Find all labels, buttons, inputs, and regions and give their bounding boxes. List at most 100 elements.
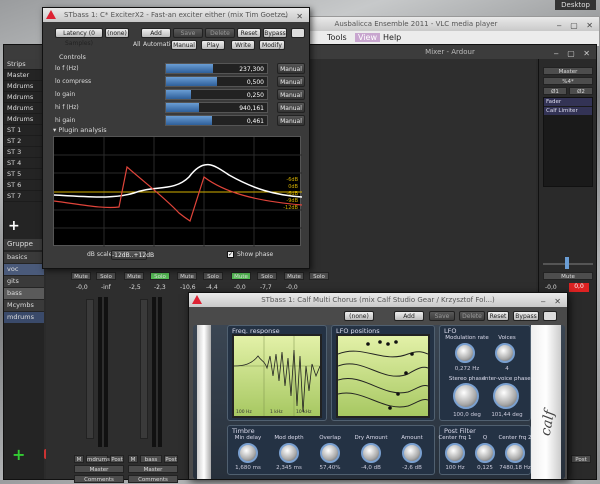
preset-selector[interactable]: (none) [344,311,374,321]
window-controls[interactable]: ‒ ✕ [283,10,306,24]
group-list-item[interactable]: bass [4,288,44,299]
meter-point-button[interactable]: Post [164,455,178,463]
reset-button[interactable]: Reset [487,311,509,321]
strip-list-item[interactable]: ST 4 [4,158,44,169]
save-preset-button[interactable]: Save [173,28,203,38]
timbre-knob[interactable] [238,443,258,463]
group-list-item[interactable]: gits [4,276,44,287]
master-strip-name[interactable]: Master [543,67,593,75]
mute-button[interactable]: Mute [124,272,144,280]
strip-list-item[interactable]: ST 2 [4,136,44,147]
strip-list-item[interactable]: ST 5 [4,169,44,180]
add-strip-icon[interactable]: + [8,219,20,233]
control-automation-button[interactable]: Manual [277,115,305,126]
group-list-item[interactable]: basics [4,252,44,263]
mute-button[interactable]: Mute [543,272,593,280]
automation-manual-button[interactable]: Manual [171,40,197,50]
description-icon[interactable] [543,311,557,321]
input-button[interactable]: %4* [543,77,593,85]
mute-button[interactable]: Mute [284,272,304,280]
input-left-button[interactable]: Ø1 [543,87,567,95]
strip-mode-button[interactable]: M [128,455,138,463]
mod-rate-knob[interactable] [455,343,475,363]
post-filter-knob[interactable] [475,443,495,463]
control-automation-button[interactable]: Manual [277,102,305,113]
mute-button[interactable]: Mute [177,272,197,280]
strip-list-item[interactable]: ST 6 [4,180,44,191]
db-scale-select[interactable]: -12dB..+12dB [111,250,154,260]
control-slider[interactable]: 0,250 [165,89,268,100]
strip-list-item[interactable]: Mdrums [4,103,44,114]
panner-handle[interactable] [565,257,569,269]
inter-voice-phase-knob[interactable] [493,383,519,409]
gain-value[interactable]: -10,6 [180,284,196,291]
strip-list-item[interactable]: ST 3 [4,147,44,158]
gain-value[interactable]: -2,5 [129,284,141,291]
save-preset-button[interactable]: Save [429,311,455,321]
mute-button[interactable]: Mute [71,272,91,280]
gain-value[interactable]: -0,0 [286,284,298,291]
fader-track[interactable] [140,299,148,439]
solo-button[interactable]: Solo [203,272,223,280]
window-controls[interactable]: ‒ ✕ [541,295,564,309]
group-list-item[interactable]: voc [4,264,44,275]
control-slider[interactable]: 0,500 [165,76,268,87]
comments-button[interactable]: Comments [74,475,124,483]
control-automation-button[interactable]: Manual [277,89,305,100]
stereo-phase-knob[interactable] [453,383,479,409]
gain-value[interactable]: -0,0 [76,284,88,291]
description-icon[interactable] [291,28,305,38]
timbre-knob[interactable] [279,443,299,463]
control-slider[interactable]: 237,300 [165,63,268,74]
add-preset-button[interactable]: Add [141,28,171,38]
strip-list-item[interactable]: Mdrums [4,114,44,125]
group-list-item[interactable]: Mcymbs [4,300,44,311]
automation-write-button[interactable]: Write [231,40,255,50]
input-right-button[interactable]: Ø2 [569,87,593,95]
menu-help[interactable]: Help [383,33,401,42]
gain-value[interactable]: -0,0 [234,284,246,291]
post-filter-knob[interactable] [445,443,465,463]
bypass-button[interactable]: Bypass [263,28,287,38]
solo-button[interactable]: Solo [309,272,329,280]
group-list-item[interactable]: mdrums [4,312,44,323]
delete-preset-button[interactable]: Delete [205,28,235,38]
latency-button[interactable]: Latency (0 Samples) [55,28,103,47]
strip-list-item[interactable]: ST 1 [4,125,44,136]
voices-knob[interactable] [495,343,515,363]
menu-tools[interactable]: Tools [327,33,347,42]
solo-button[interactable]: Solo [96,272,116,280]
comments-button[interactable]: Comments [128,475,178,483]
control-automation-button[interactable]: Manual [277,63,305,74]
show-phase-checkbox[interactable]: ✓ [227,251,234,258]
strip-list-item[interactable]: ST 7 [4,191,44,202]
control-slider[interactable]: 0,461 [165,115,268,126]
strip-mode-button[interactable]: M [74,455,84,463]
solo-button[interactable]: Solo [257,272,277,280]
calf-titlebar[interactable]: STbass 1: Calf Multi Chorus (mix Calf St… [189,293,567,307]
fader-track[interactable] [86,299,94,439]
master-output-button[interactable]: Master [128,465,178,473]
processor-fader[interactable]: Fader [544,98,592,106]
master-output-button[interactable]: Master [74,465,124,473]
delete-preset-button[interactable]: Delete [459,311,485,321]
add-preset-button[interactable]: Add [394,311,424,321]
gain-value[interactable]: -0,0 [545,284,557,291]
strip-list-item[interactable]: Mdrums [4,81,44,92]
reset-button[interactable]: Reset [237,28,261,38]
strip-list-item[interactable]: Master [4,70,44,81]
processor-box[interactable]: Fader Calf Limiter [543,97,593,187]
strip-list-item[interactable]: Mdrums [4,92,44,103]
timbre-knob[interactable] [320,443,340,463]
exciter-titlebar[interactable]: STbass 1: C* ExciterX2 - Fast-an exciter… [43,8,309,22]
post-filter-knob[interactable] [505,443,525,463]
automation-play-button[interactable]: Play [201,40,225,50]
solo-button[interactable]: Solo [150,272,170,280]
plugin-analysis-header[interactable]: ▾ Plugin analysis [53,126,107,134]
timbre-knob[interactable] [361,443,381,463]
control-slider[interactable]: 940,161 [165,102,268,113]
menu-view[interactable]: View [355,33,380,42]
preset-selector[interactable]: (none) [105,28,129,38]
processor-calf-limiter[interactable]: Calf Limiter [544,107,592,115]
strip-name-button[interactable]: bass [140,455,162,463]
